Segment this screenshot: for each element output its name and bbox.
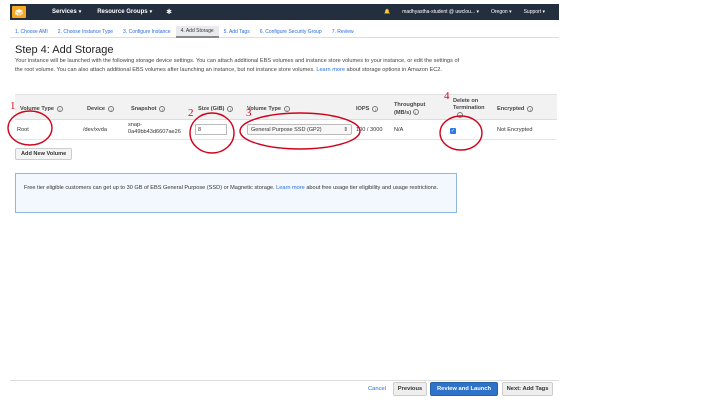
header-delete-on-termination: Delete on Termination i — [453, 98, 485, 118]
services-menu[interactable]: Services ▾ — [52, 9, 81, 15]
cell-volume-type: Root — [17, 127, 29, 133]
bell-icon[interactable]: 🔔 — [384, 9, 390, 15]
header-iops: IOPS i — [356, 106, 379, 112]
pin-icon[interactable]: ✱ — [166, 8, 172, 16]
header-encrypted: Encrypted i — [497, 106, 534, 112]
support-label: Support — [523, 9, 542, 15]
info-icon[interactable]: i — [56, 106, 63, 112]
header-throughput: Throughput (MB/s) i — [394, 102, 426, 116]
user-menu[interactable]: madhyastha-student @ uwclou... ▾ — [402, 9, 479, 15]
cell-iops: 100 / 3000 — [356, 127, 383, 133]
cell-encrypted: Not Encrypted — [497, 127, 533, 133]
cell-throughput: N/A — [394, 127, 404, 133]
resource-groups-menu[interactable]: Resource Groups ▾ — [97, 9, 152, 15]
user-label: madhyastha-student @ uwclou... — [402, 9, 476, 15]
add-new-volume-button[interactable]: Add New Volume — [15, 148, 73, 160]
next-add-tags-button[interactable]: Next: Add Tags — [502, 382, 553, 396]
cancel-button[interactable]: Cancel — [362, 382, 392, 396]
tab-choose-instance-type[interactable]: 2. Choose Instance Type — [53, 26, 118, 38]
notice-learn-more-link[interactable]: Learn more — [276, 185, 305, 191]
chevron-down-icon: ▾ — [149, 9, 153, 15]
cell-snapshot: snap- 0a49bb43d6607ae26 — [128, 122, 181, 135]
annotation-number-2: 2 — [188, 107, 194, 119]
header-volume-type: Volume Type i — [20, 106, 63, 112]
page-description: Your instance will be launched with the … — [15, 57, 465, 74]
resource-groups-label: Resource Groups — [97, 9, 148, 15]
info-icon[interactable]: i — [372, 106, 379, 112]
review-and-launch-button[interactable]: Review and Launch — [430, 382, 498, 396]
header-size: Size (GiB) i — [198, 106, 234, 112]
annotation-number-4: 4 — [444, 90, 450, 102]
tab-choose-ami[interactable]: 1. Choose AMI — [10, 26, 53, 38]
info-icon[interactable]: i — [457, 112, 463, 118]
page-title: Step 4: Add Storage — [15, 44, 114, 56]
info-icon[interactable]: i — [108, 106, 115, 112]
volume-type-select[interactable]: General Purpose SSD (GP2) ⇕ — [247, 124, 352, 135]
chevron-down-icon: ▾ — [542, 9, 545, 15]
free-tier-notice: Free tier eligible customers can get up … — [15, 173, 457, 213]
notice-text-end: about free usage tier eligibility and us… — [304, 185, 439, 191]
top-nav-bar: Services ▾ Resource Groups ▾ ✱ 🔔 madhyasth… — [10, 4, 559, 20]
table-row: Root /dev/xvda snap- 0a49bb43d6607ae26 8 … — [15, 120, 557, 140]
chevron-down-icon: ▾ — [509, 9, 512, 15]
wizard-steps: 1. Choose AMI 2. Choose Instance Type 3.… — [10, 25, 559, 38]
learn-more-link[interactable]: Learn more — [316, 67, 345, 73]
size-input[interactable]: 8 — [195, 124, 227, 135]
region-menu[interactable]: Oregon ▾ — [491, 9, 512, 15]
info-icon[interactable]: i — [227, 106, 234, 112]
tab-configure-instance[interactable]: 3. Configure Instance — [118, 26, 176, 38]
storage-table: Volume Type i Device i Snapshot i Size (GiB… — [15, 94, 557, 140]
annotation-number-1: 1 — [10, 100, 16, 112]
chevron-down-icon: ▾ — [78, 9, 82, 15]
notice-text: Free tier eligible customers can get up … — [24, 185, 277, 191]
tab-configure-security-group[interactable]: 6. Configure Security Group — [255, 26, 327, 38]
table-header: Volume Type i Device i Snapshot i Size (GiB… — [15, 94, 557, 120]
annotation-number-3: 3 — [246, 107, 252, 119]
chevron-down-icon: ▾ — [476, 9, 479, 15]
footer-divider — [10, 380, 559, 381]
aws-cube-icon[interactable] — [12, 6, 26, 18]
region-label: Oregon — [490, 9, 508, 15]
volume-type-value: General Purpose SSD (GP2) — [251, 126, 322, 133]
tab-add-tags[interactable]: 5. Add Tags — [219, 26, 255, 38]
info-icon[interactable]: i — [527, 106, 534, 112]
info-icon[interactable]: i — [283, 106, 290, 112]
select-arrows-icon: ⇕ — [343, 126, 348, 133]
delete-on-termination-checkbox[interactable]: ✓ — [450, 128, 456, 134]
cell-device: /dev/xvda — [83, 127, 107, 133]
services-label: Services — [52, 9, 77, 15]
support-menu[interactable]: Support ▾ — [524, 9, 545, 15]
info-icon[interactable]: i — [412, 109, 419, 115]
previous-button[interactable]: Previous — [393, 382, 427, 396]
header-device: Device i — [87, 106, 115, 112]
tab-add-storage[interactable]: 4. Add Storage — [175, 25, 219, 38]
header-ebs-volume-type: Volume Type i — [247, 106, 290, 112]
description-text-end: about storage options in Amazon EC2. — [344, 66, 442, 73]
info-icon[interactable]: i — [159, 106, 166, 112]
header-snapshot: Snapshot i — [131, 106, 166, 112]
tab-review[interactable]: 7. Review — [327, 26, 359, 38]
